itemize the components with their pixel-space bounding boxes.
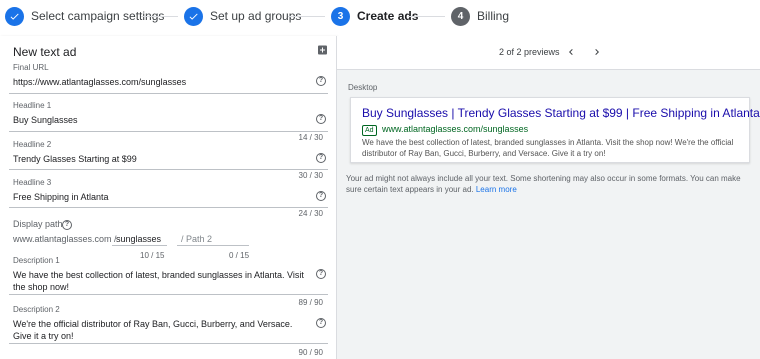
device-label: Desktop	[348, 83, 378, 92]
headline-2-input[interactable]: Trendy Glasses Starting at $99	[13, 154, 137, 164]
ad-description: We have the best collection of latest, b…	[362, 138, 734, 158]
panel-title: New text ad	[13, 45, 77, 59]
add-box-icon[interactable]	[316, 44, 329, 56]
headline-1-field[interactable]: Headline 1 Buy Sunglasses ?	[0, 100, 337, 134]
final-url-field[interactable]: Final URL https://www.atlantaglasses.com…	[0, 62, 337, 96]
ad-preview-card: Buy Sunglasses | Trendy Glasses Starting…	[350, 97, 760, 163]
help-icon[interactable]: ?	[316, 76, 326, 86]
learn-more-link[interactable]: Learn more	[476, 185, 517, 194]
step-connector	[288, 16, 325, 17]
field-underline	[9, 131, 328, 132]
chevron-right-icon[interactable]	[590, 44, 604, 60]
ad-headline-link[interactable]: Buy Sunglasses | Trendy Glasses Starting…	[362, 106, 760, 120]
headline-3-input[interactable]: Free Shipping in Atlanta	[13, 192, 109, 202]
preview-note-text: Your ad might not always include all you…	[346, 174, 741, 194]
help-icon[interactable]: ?	[62, 220, 72, 230]
field-underline	[9, 294, 328, 295]
field-label: Headline 1	[13, 101, 52, 110]
display-path-label: Display path	[13, 219, 63, 229]
ad-badge: Ad	[362, 125, 377, 136]
check-icon	[184, 6, 203, 26]
help-icon[interactable]: ?	[316, 269, 326, 279]
description-1-input[interactable]: We have the best collection of latest, b…	[13, 269, 309, 293]
step-set-up-ad-groups[interactable]: Set up ad groups	[184, 6, 301, 26]
preview-count: 2 of 2 previews	[499, 47, 560, 57]
field-underline	[9, 169, 328, 170]
display-path-field: Display path ? www.atlantaglasses.com / …	[0, 218, 337, 258]
path-2-underline	[177, 245, 249, 246]
help-icon[interactable]: ?	[316, 153, 326, 163]
preview-navigation: 2 of 2 previews	[337, 36, 760, 70]
field-label: Headline 2	[13, 140, 52, 149]
step-connector	[408, 16, 445, 17]
step-number-badge: 3	[331, 6, 350, 26]
ad-preview-panel: 2 of 2 previews Desktop Buy Sunglasses |…	[337, 36, 760, 359]
field-underline	[9, 93, 328, 94]
step-billing[interactable]: 4 Billing	[451, 6, 509, 26]
step-number-badge: 4	[451, 6, 470, 26]
step-connector	[141, 16, 178, 17]
field-underline	[9, 343, 328, 344]
field-label: Description 2	[13, 305, 60, 314]
field-label: Headline 3	[13, 178, 52, 187]
preview-note: Your ad might not always include all you…	[346, 173, 756, 195]
field-label: Description 1	[13, 256, 60, 265]
help-icon[interactable]: ?	[316, 191, 326, 201]
headline-3-field[interactable]: Headline 3 Free Shipping in Atlanta ?	[0, 177, 337, 211]
description-2-counter: 90 / 90	[298, 348, 323, 357]
ad-display-url: www.atlantaglasses.com/sunglasses	[382, 124, 529, 134]
check-icon	[5, 6, 24, 26]
step-label: Billing	[477, 9, 510, 23]
stepper: Select campaign settings Set up ad group…	[0, 0, 760, 31]
description-2-input[interactable]: We're the official distributor of Ray Ba…	[13, 318, 313, 342]
ad-editor-panel: New text ad Final URL https://www.atlant…	[0, 36, 337, 359]
display-path-domain: www.atlantaglasses.com /	[13, 234, 117, 244]
field-underline	[9, 207, 328, 208]
step-create-ads[interactable]: 3 Create ads	[331, 6, 418, 26]
field-label: Final URL	[13, 63, 49, 72]
field-label: Display path	[13, 219, 63, 229]
chevron-left-icon[interactable]	[564, 44, 578, 60]
headline-2-field[interactable]: Headline 2 Trendy Glasses Starting at $9…	[0, 139, 337, 173]
help-icon[interactable]: ?	[316, 114, 326, 124]
final-url-input[interactable]: https://www.atlantaglasses.com/sunglasse…	[13, 77, 186, 87]
help-icon[interactable]: ?	[316, 318, 326, 328]
path-1-input[interactable]: sunglasses	[116, 234, 161, 244]
path-2-input[interactable]: / Path 2	[181, 234, 212, 244]
description-2-field[interactable]: Description 2 We're the official distrib…	[0, 304, 337, 344]
path-1-underline	[112, 245, 167, 246]
description-1-field[interactable]: Description 1 We have the best collectio…	[0, 255, 337, 295]
headline-1-input[interactable]: Buy Sunglasses	[13, 115, 78, 125]
headline-3-counter: 24 / 30	[298, 209, 323, 218]
